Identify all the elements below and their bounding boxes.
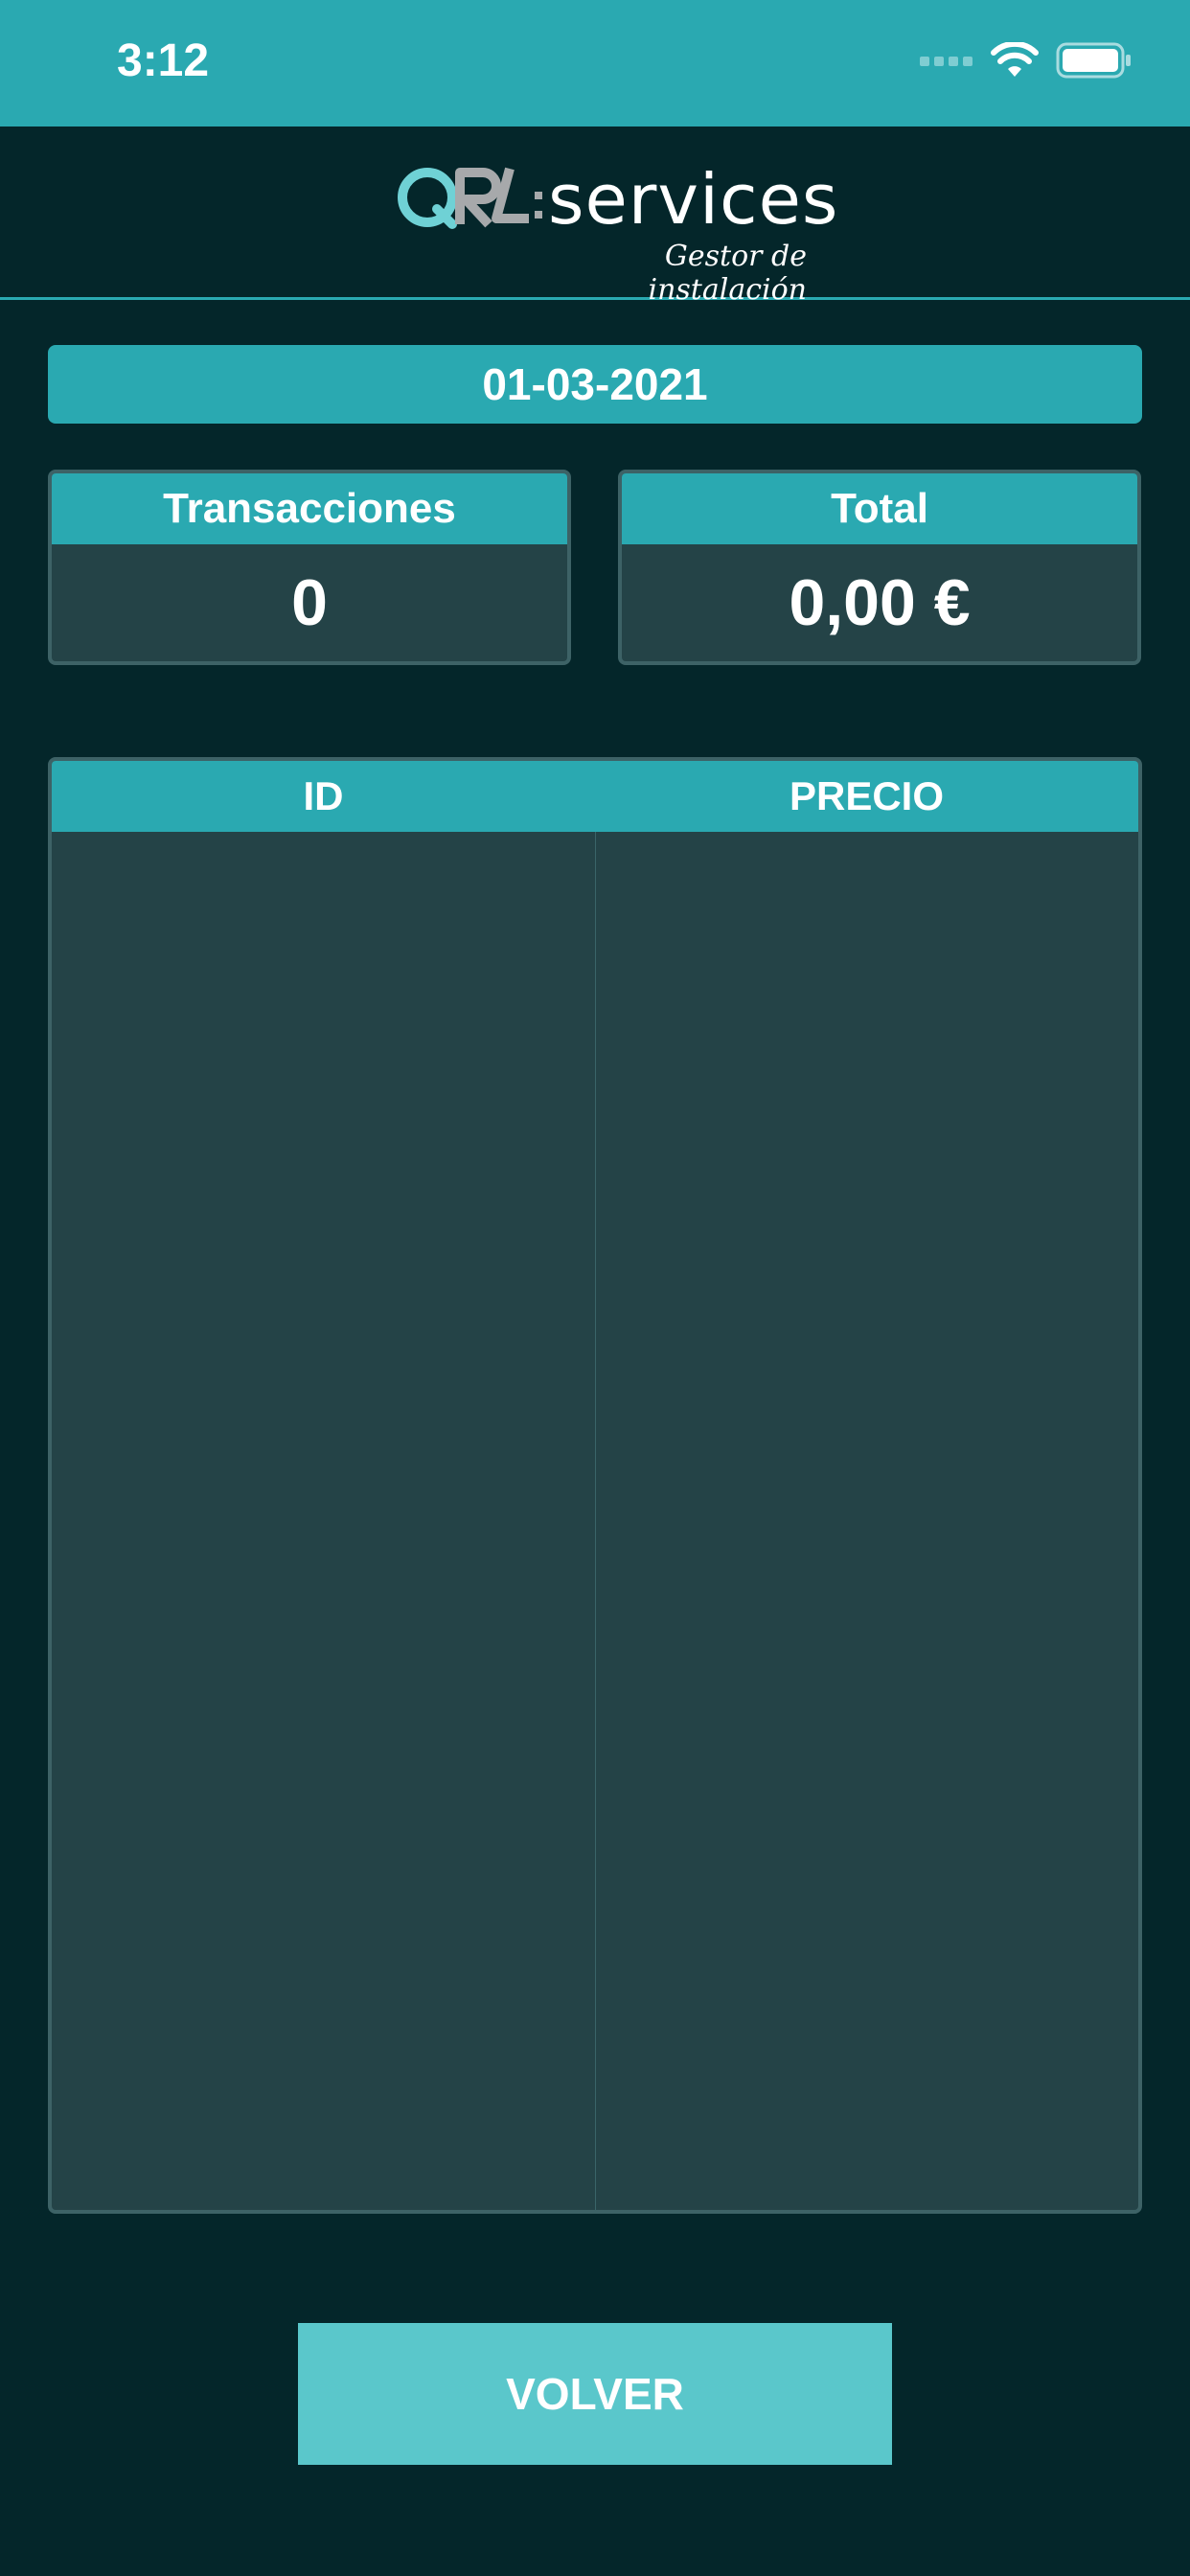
total-card: Total 0,00 € — [618, 470, 1141, 665]
transactions-value: 0 — [291, 566, 328, 639]
table-body[interactable] — [52, 832, 1138, 2210]
column-header-precio: PRECIO — [789, 773, 945, 818]
status-icons — [920, 40, 1133, 83]
logo-tagline: Gestor de instalación — [648, 240, 807, 307]
brand-logo: services Gestor de instalación — [395, 159, 837, 307]
total-label: Total — [622, 473, 1137, 544]
back-button[interactable]: VOLVER — [298, 2323, 892, 2465]
qrl-logo-mark — [398, 167, 542, 229]
status-time: 3:12 — [117, 35, 210, 86]
wifi-icon — [991, 40, 1039, 83]
transactions-table[interactable]: ID PRECIO — [48, 757, 1142, 2214]
total-value: 0,00 € — [789, 566, 971, 639]
cellular-dots-icon — [920, 54, 973, 72]
logo-wordmark: services — [548, 159, 839, 240]
battery-icon — [1056, 42, 1133, 83]
app-header: services Gestor de instalación — [0, 126, 1190, 307]
column-divider — [595, 832, 596, 2210]
transactions-card: Transacciones 0 — [48, 470, 571, 665]
column-header-id: ID — [303, 773, 344, 818]
status-bar: 3:12 — [0, 0, 1190, 126]
date-bar: 01-03-2021 — [48, 345, 1142, 424]
transactions-label: Transacciones — [52, 473, 567, 544]
table-header: ID PRECIO — [52, 761, 1138, 832]
